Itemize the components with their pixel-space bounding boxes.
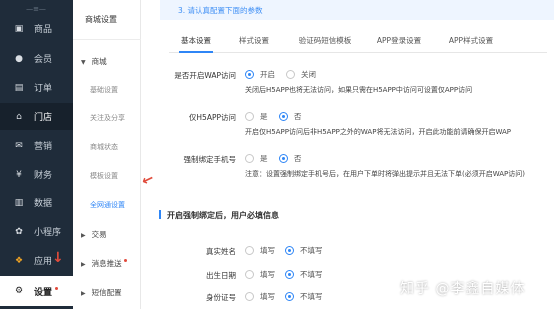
real-name-fill-radio[interactable]: 填写 [245, 245, 275, 256]
nav-item-label: 应用 [34, 257, 53, 267]
wap-hint: 关闭后H5APP也将无法访问，如果只需在H5APP中访问可设置仅APP访问 [245, 86, 473, 94]
settings-icon: ⚙ [14, 286, 24, 296]
group-label: 消息推送 [91, 259, 122, 268]
nav-item-member[interactable]: ● 会员 [0, 45, 73, 72]
force-phone-yes-radio[interactable]: 是 [245, 153, 268, 164]
birth-date-label: 出生日期 [206, 271, 236, 280]
tab-sms-template[interactable]: 验证码短信模板 [294, 35, 356, 53]
subnav-wap-settings[interactable]: 全网通设置 [90, 200, 125, 210]
radio-icon [285, 270, 294, 279]
h5app-hint: 开启仅H5APP访问后非H5APP之外的WAP将无法访问，开启此功能前请确保开启… [245, 128, 511, 136]
nav-item-mini-program[interactable]: ✿ 小程序 [0, 218, 73, 245]
tab-basic[interactable]: 基本设置 [179, 35, 213, 53]
caret-right-icon: ▶ [81, 232, 86, 239]
h5app-no-radio[interactable]: 否 [279, 111, 302, 122]
menu-toggle-icon[interactable]: —≡— [16, 5, 56, 13]
radio-icon [285, 292, 294, 301]
nav-item-store[interactable]: ⌂ 门店 [0, 103, 73, 130]
main-content: 3. 请认真配置下面的参数 基本设置 样式设置 验证码短信模板 APP登录设置 … [139, 0, 554, 309]
store-icon: ⌂ [16, 111, 22, 122]
group-label: 交易 [91, 230, 107, 239]
radio-icon [279, 112, 288, 121]
secondary-sidebar: 商城设置 ▼ 商城 基础设置 关注及分享 商城状态 模板设置 全网通设置 ▶ 交易 … [73, 0, 214, 309]
subnav-follow-share[interactable]: 关注及分享 [90, 113, 125, 123]
nav-item-settings[interactable]: ⚙ 设置 [0, 276, 73, 306]
group-sms-config[interactable]: ▶ 短信配置 [81, 287, 122, 298]
radio-icon [286, 70, 295, 79]
group-label: 短信配置 [91, 288, 122, 297]
tab-app-login[interactable]: APP登录设置 [374, 35, 424, 53]
required-info-section-title: 开启强制绑定后，用户必填信息 [159, 210, 279, 221]
nav-item-product[interactable]: ▣ 商品 [0, 15, 73, 42]
subnav-basic-settings[interactable]: 基础设置 [90, 85, 118, 95]
nav-item-finance[interactable]: ¥ 财务 [0, 161, 73, 188]
nav-item-label: 财务 [34, 171, 53, 181]
real-name-nofill-radio[interactable]: 不填写 [285, 245, 323, 256]
nav-item-label: 设置 [34, 287, 53, 298]
marketing-icon: ✉ [15, 140, 23, 151]
real-name-label: 真实姓名 [206, 247, 236, 256]
wap-on-radio[interactable]: 开启 [245, 69, 275, 80]
tab-style[interactable]: 样式设置 [234, 35, 274, 53]
radio-icon [285, 246, 294, 255]
apps-icon: ❖ [14, 255, 24, 266]
primary-sidebar: —≡— ▣ 商品 ● 会员 ▤ 订单 ⌂ 门店 ✉ 营销 ¥ 财务 ▥ 数据 ✿… [0, 0, 73, 309]
notification-dot [55, 286, 59, 290]
nav-item-label: 门店 [34, 113, 53, 123]
radio-icon [245, 70, 254, 79]
mini-program-icon: ✿ [15, 226, 23, 237]
radio-icon [279, 154, 288, 163]
h5app-yes-radio[interactable]: 是 [245, 111, 268, 122]
product-icon: ▣ [14, 23, 24, 34]
tab-app-style[interactable]: APP样式设置 [441, 35, 501, 53]
watermark: 知乎 @李鑫自媒体 [400, 281, 526, 297]
wap-access-label: 是否开启WAP访问 [174, 71, 236, 80]
group-message-push[interactable]: ▶ 消息推送 [81, 258, 127, 269]
h5app-only-label: 仅H5APP访问 [188, 113, 236, 122]
subnav-mall-status[interactable]: 商城状态 [90, 142, 118, 152]
radio-icon [245, 154, 254, 163]
id-number-fill-radio[interactable]: 填写 [245, 291, 275, 302]
nav-item-label: 营销 [34, 142, 53, 152]
group-mall[interactable]: ▼ 商城 [81, 56, 107, 67]
id-number-label: 身份证号 [206, 293, 236, 302]
nav-item-label: 会员 [34, 55, 53, 65]
nav-item-label: 小程序 [34, 228, 62, 238]
caret-right-icon: ▶ [81, 290, 86, 297]
caret-down-icon: ▼ [81, 59, 86, 66]
caret-right-icon: ▶ [81, 261, 86, 268]
notice-bar: 3. 请认真配置下面的参数 [160, 0, 554, 20]
notification-dot [123, 259, 127, 262]
annotation-arrow-icon: ← [139, 170, 157, 190]
subnav-template-settings[interactable]: 模板设置 [90, 171, 118, 181]
section-accent-bar [159, 210, 161, 219]
birth-date-nofill-radio[interactable]: 不填写 [285, 269, 323, 280]
radio-icon [245, 246, 254, 255]
birth-date-fill-radio[interactable]: 填写 [245, 269, 275, 280]
radio-icon [245, 270, 254, 279]
nav-item-label: 商品 [34, 25, 53, 35]
wap-off-radio[interactable]: 关闭 [286, 69, 316, 80]
radio-icon [245, 292, 254, 301]
annotation-arrow-icon: ↓ [52, 250, 64, 266]
force-phone-label: 强制绑定手机号 [183, 155, 237, 164]
group-label: 商城 [91, 57, 107, 66]
order-icon: ▤ [14, 82, 24, 93]
finance-icon: ¥ [16, 169, 22, 180]
nav-item-label: 数据 [34, 199, 53, 209]
id-number-nofill-radio[interactable]: 不填写 [285, 291, 323, 302]
nav-item-data[interactable]: ▥ 数据 [0, 189, 73, 216]
data-icon: ▥ [14, 197, 24, 208]
force-phone-hint: 注意：设置强制绑定手机号后，在用户下单时将弹出提示并且无法下单(必须开启WAP访… [245, 170, 526, 178]
member-icon: ● [15, 53, 23, 64]
secondary-sidebar-title: 商城设置 [73, 0, 141, 40]
radio-icon [245, 112, 254, 121]
nav-item-label: 订单 [34, 84, 53, 94]
group-trade[interactable]: ▶ 交易 [81, 229, 107, 240]
nav-item-order[interactable]: ▤ 订单 [0, 74, 73, 101]
settings-tabs: 基本设置 样式设置 验证码短信模板 APP登录设置 APP样式设置 [169, 35, 547, 53]
nav-item-marketing[interactable]: ✉ 营销 [0, 132, 73, 159]
force-phone-no-radio[interactable]: 否 [279, 153, 302, 164]
